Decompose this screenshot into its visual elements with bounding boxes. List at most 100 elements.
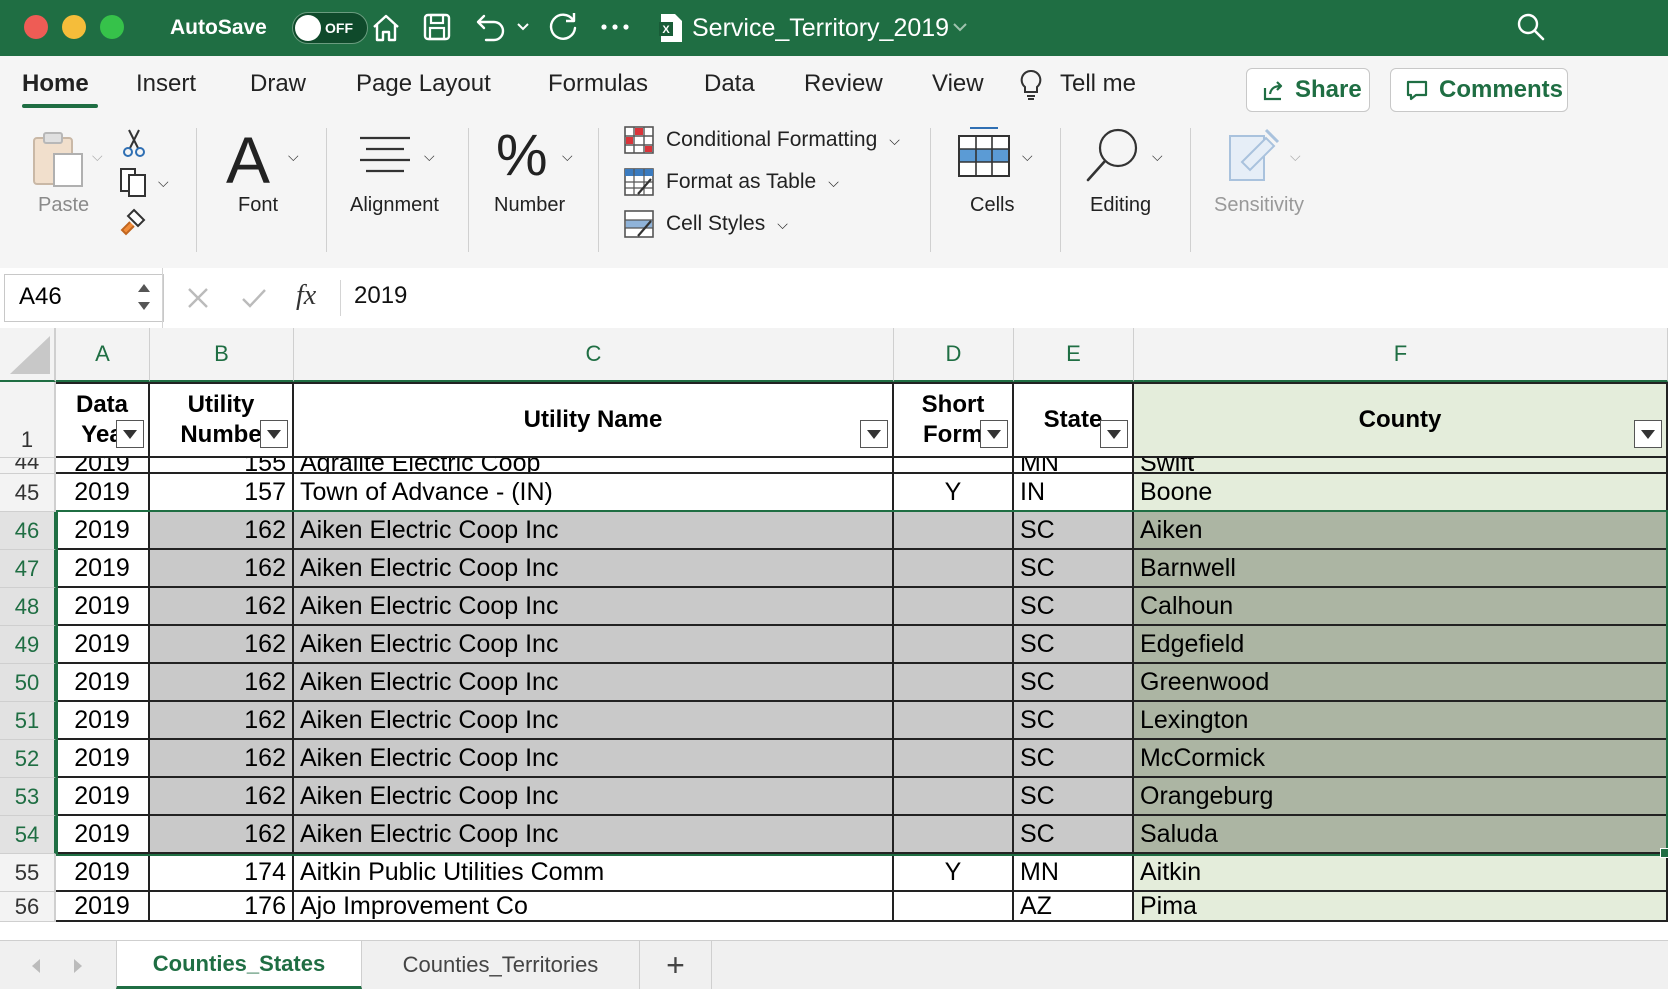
cell-county[interactable]: Orangeburg [1134,778,1668,816]
cell-state[interactable]: SC [1014,512,1134,550]
font-dropdown-icon[interactable]: ⌵ [288,148,299,165]
cell-state[interactable]: AZ [1014,892,1134,922]
cell-county[interactable]: Barnwell [1134,550,1668,588]
cell-county[interactable]: McCormick [1134,740,1668,778]
cut-icon[interactable] [120,128,148,158]
row-header[interactable]: 51 [0,702,56,740]
comments-button[interactable]: Comments [1390,68,1568,112]
cell-short-form[interactable]: Y [894,854,1014,892]
previous-sheet-icon[interactable] [28,957,44,975]
cell-utility-number[interactable]: 162 [150,550,294,588]
cell-utility-name[interactable]: Aiken Electric Coop Inc [294,778,894,816]
cell-data-year[interactable]: 2019 [56,550,150,588]
filter-dropdown-button[interactable] [116,420,144,448]
cell-utility-name[interactable]: Town of Advance - (IN) [294,474,894,512]
cell-state[interactable]: SC [1014,626,1134,664]
filter-dropdown-button[interactable] [980,420,1008,448]
column-header-e[interactable]: E [1014,328,1134,382]
cell-utility-name[interactable]: Aiken Electric Coop Inc [294,664,894,702]
autosave-toggle[interactable]: OFF [292,12,368,44]
cell-data-year[interactable]: 2019 [56,664,150,702]
home-icon[interactable] [370,12,402,44]
cell-county[interactable]: Aitkin [1134,854,1668,892]
row-header[interactable]: 55 [0,854,56,892]
cell-short-form[interactable] [894,778,1014,816]
cell-data-year[interactable]: 2019 [56,474,150,512]
cell-utility-name[interactable]: Aitkin Public Utilities Comm [294,854,894,892]
cell-data-year[interactable]: 2019 [56,588,150,626]
row-header[interactable]: 52 [0,740,56,778]
magnifier-icon[interactable] [1084,126,1146,188]
row-header[interactable]: 45 [0,474,56,512]
header-utility-name[interactable]: Utility Name [294,382,894,458]
copy-dropdown-icon[interactable]: ⌵ [158,174,169,191]
cell-state[interactable]: SC [1014,816,1134,854]
cell-utility-number[interactable]: 162 [150,778,294,816]
filter-dropdown-button[interactable] [1634,420,1662,448]
cell-utility-name[interactable]: Ajo Improvement Co [294,892,894,922]
cell-short-form[interactable] [894,816,1014,854]
row-header[interactable]: 46 [0,512,56,550]
column-header-f[interactable]: F [1134,328,1668,382]
cell-utility-number[interactable]: 155 [150,458,294,474]
more-icon[interactable] [600,22,630,32]
number-dropdown-icon[interactable]: ⌵ [562,148,573,165]
cell-short-form[interactable]: Y [894,474,1014,512]
filter-dropdown-button[interactable] [860,420,888,448]
cell-utility-name[interactable]: Aiken Electric Coop Inc [294,740,894,778]
cell-data-year[interactable]: 2019 [56,892,150,922]
cell-state[interactable]: SC [1014,740,1134,778]
cell-utility-number[interactable]: 176 [150,892,294,922]
filter-dropdown-button[interactable] [260,420,288,448]
column-header-d[interactable]: D [894,328,1014,382]
undo-icon[interactable] [474,10,508,44]
row-header[interactable]: 44 [0,458,56,474]
cell-county[interactable]: Calhoun [1134,588,1668,626]
tab-review[interactable]: Review [804,70,883,98]
tab-data[interactable]: Data [704,70,755,98]
cell-utility-name[interactable]: Agralite Electric Coop [294,458,894,474]
paste-dropdown-icon[interactable]: ⌵ [92,148,103,165]
cell-utility-name[interactable]: Aiken Electric Coop Inc [294,550,894,588]
editing-dropdown-icon[interactable]: ⌵ [1152,148,1163,165]
cell-state[interactable]: SC [1014,664,1134,702]
cell-utility-number[interactable]: 162 [150,626,294,664]
cell-data-year[interactable]: 2019 [56,626,150,664]
row-header[interactable]: 1 [0,382,56,458]
cell-data-year[interactable]: 2019 [56,854,150,892]
cell-utility-number[interactable]: 162 [150,588,294,626]
paste-icon[interactable] [30,130,86,190]
maximize-window-button[interactable] [100,15,124,39]
name-box-stepper-icon[interactable] [136,280,152,314]
cell-state[interactable]: SC [1014,778,1134,816]
cell-data-year[interactable]: 2019 [56,458,150,474]
cell-county[interactable]: Greenwood [1134,664,1668,702]
cell-state[interactable]: SC [1014,550,1134,588]
cell-county[interactable]: Lexington [1134,702,1668,740]
copy-icon[interactable] [118,166,152,198]
column-header-a[interactable]: A [56,328,150,382]
row-header[interactable]: 50 [0,664,56,702]
cells-icon[interactable] [956,126,1012,180]
cell-state[interactable]: IN [1014,474,1134,512]
font-icon[interactable]: A [226,122,270,198]
search-icon[interactable] [1516,12,1546,42]
spreadsheet-grid[interactable]: A B C D E F 1 Data Yea Utility Numbe Utility Name… [0,328,1668,940]
row-header[interactable]: 48 [0,588,56,626]
format-as-table-button[interactable]: Format as Table ⌵ [624,168,839,196]
confirm-entry-icon[interactable] [240,286,268,310]
cell-data-year[interactable]: 2019 [56,778,150,816]
next-sheet-icon[interactable] [70,957,86,975]
redo-icon[interactable] [546,10,580,44]
cell-utility-name[interactable]: Aiken Electric Coop Inc [294,512,894,550]
cell-state[interactable]: SC [1014,588,1134,626]
alignment-icon[interactable] [356,134,414,178]
column-header-b[interactable]: B [150,328,294,382]
minimize-window-button[interactable] [62,15,86,39]
sheet-tab-counties-states[interactable]: Counties_States [116,941,362,989]
row-header[interactable]: 56 [0,892,56,922]
cell-short-form[interactable] [894,740,1014,778]
cell-data-year[interactable]: 2019 [56,816,150,854]
cell-utility-name[interactable]: Aiken Electric Coop Inc [294,626,894,664]
cell-short-form[interactable] [894,702,1014,740]
